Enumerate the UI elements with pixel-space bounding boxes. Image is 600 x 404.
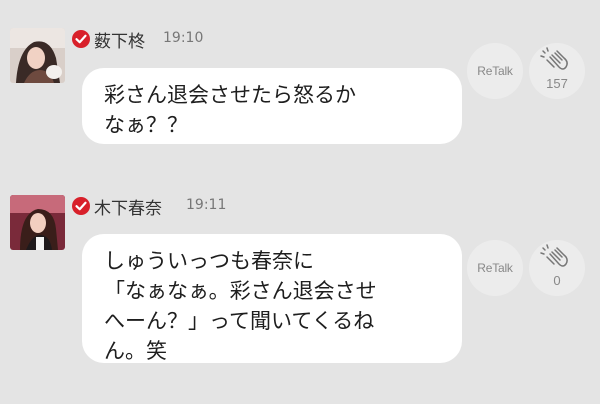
clap-button[interactable]: 157 xyxy=(529,43,585,99)
avatar[interactable] xyxy=(10,195,65,250)
post-time: 19:11 xyxy=(186,197,227,213)
author-name[interactable]: 薮下柊 xyxy=(94,27,145,52)
clap-count: 0 xyxy=(553,273,561,288)
avatar[interactable] xyxy=(10,28,65,83)
verified-badge-icon xyxy=(72,30,90,48)
post-time: 19:10 xyxy=(163,30,204,46)
retalk-button[interactable]: ReTalk xyxy=(467,43,523,99)
clapping-hands-icon xyxy=(540,47,568,70)
message-bubble: 彩さん退会させたら怒るか なぁ？？ xyxy=(82,68,462,144)
retalk-button[interactable]: ReTalk xyxy=(467,240,523,296)
clapping-hands-icon xyxy=(540,244,568,267)
clap-count: 157 xyxy=(546,76,568,91)
verified-badge-icon xyxy=(72,197,90,215)
message-bubble: しゅういっつも春奈に 「なぁなぁ。彩さん退会させ へーん？」って聞いてくるね ん… xyxy=(82,234,462,363)
clap-button[interactable]: 0 xyxy=(529,240,585,296)
author-name[interactable]: 木下春奈 xyxy=(94,194,162,219)
